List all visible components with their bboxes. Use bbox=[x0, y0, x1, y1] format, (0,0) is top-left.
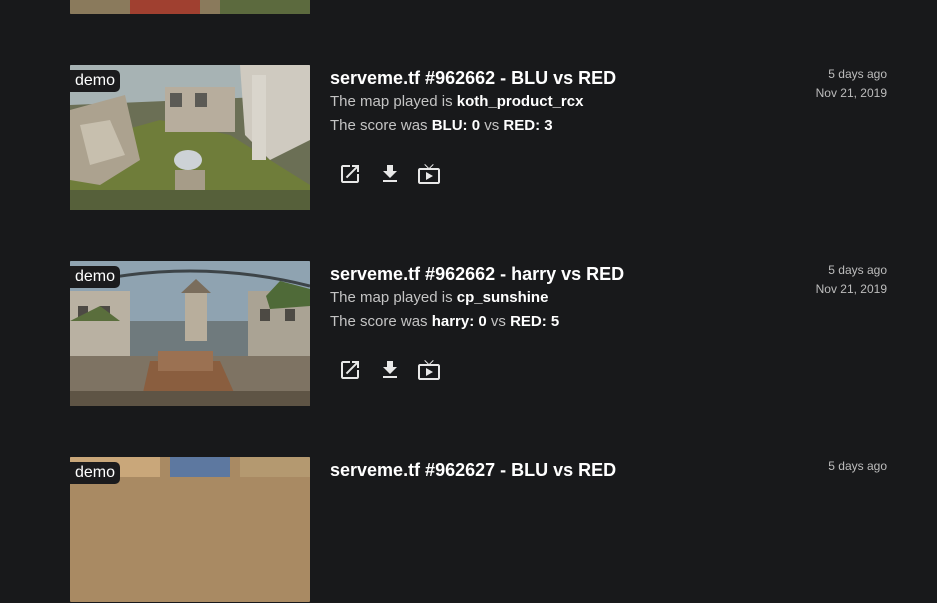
open-in-new-icon[interactable] bbox=[338, 358, 362, 382]
relative-time: 5 days ago bbox=[828, 459, 887, 473]
map-line: The map played is koth_product_rcx bbox=[330, 92, 583, 112]
view-demo-icon[interactable] bbox=[417, 162, 441, 186]
map-line: The map played is cp_sunshine bbox=[330, 288, 548, 308]
demo-thumbnail[interactable] bbox=[70, 0, 310, 14]
team2-score: RED: 5 bbox=[510, 313, 560, 330]
demo-list-item: demo serveme.tf #962627 - BLU vs RED 5 d… bbox=[0, 457, 937, 603]
score-line: The score was harry: 0 vs RED: 5 bbox=[330, 312, 559, 332]
demo-title[interactable]: serveme.tf #962627 - BLU vs RED bbox=[330, 458, 616, 482]
score-prefix: The score was bbox=[330, 313, 428, 330]
vs-text: vs bbox=[484, 117, 500, 134]
team2-score: RED: 3 bbox=[503, 117, 553, 134]
score-line: The score was BLU: 0 vs RED: 3 bbox=[330, 116, 553, 136]
demo-badge: demo bbox=[70, 70, 121, 92]
relative-time: 5 days ago bbox=[828, 67, 887, 81]
map-name: cp_sunshine bbox=[456, 289, 549, 306]
demo-date: Nov 21, 2019 bbox=[815, 282, 887, 296]
vs-text: vs bbox=[490, 313, 506, 330]
demo-date: Nov 21, 2019 bbox=[815, 86, 887, 100]
download-icon[interactable] bbox=[378, 162, 402, 186]
demo-title[interactable]: serveme.tf #962662 - harry vs RED bbox=[330, 262, 624, 286]
map-name: koth_product_rcx bbox=[456, 93, 584, 110]
open-in-new-icon[interactable] bbox=[338, 162, 362, 186]
team1-score: BLU: 0 bbox=[431, 117, 481, 134]
demo-list-item bbox=[0, 0, 937, 15]
map-prefix: The map played is bbox=[330, 93, 453, 110]
demo-list-item: demo serveme.tf #962662 - BLU vs RED The… bbox=[0, 65, 937, 211]
demo-list-item: demo serveme.tf #962662 - harry vs RED T… bbox=[0, 261, 937, 407]
demo-badge: demo bbox=[70, 266, 121, 288]
map-prefix: The map played is bbox=[330, 289, 453, 306]
demo-title[interactable]: serveme.tf #962662 - BLU vs RED bbox=[330, 66, 616, 90]
team1-score: harry: 0 bbox=[431, 313, 487, 330]
score-prefix: The score was bbox=[330, 117, 428, 134]
download-icon[interactable] bbox=[378, 358, 402, 382]
relative-time: 5 days ago bbox=[828, 263, 887, 277]
demo-badge: demo bbox=[70, 462, 121, 484]
view-demo-icon[interactable] bbox=[417, 358, 441, 382]
